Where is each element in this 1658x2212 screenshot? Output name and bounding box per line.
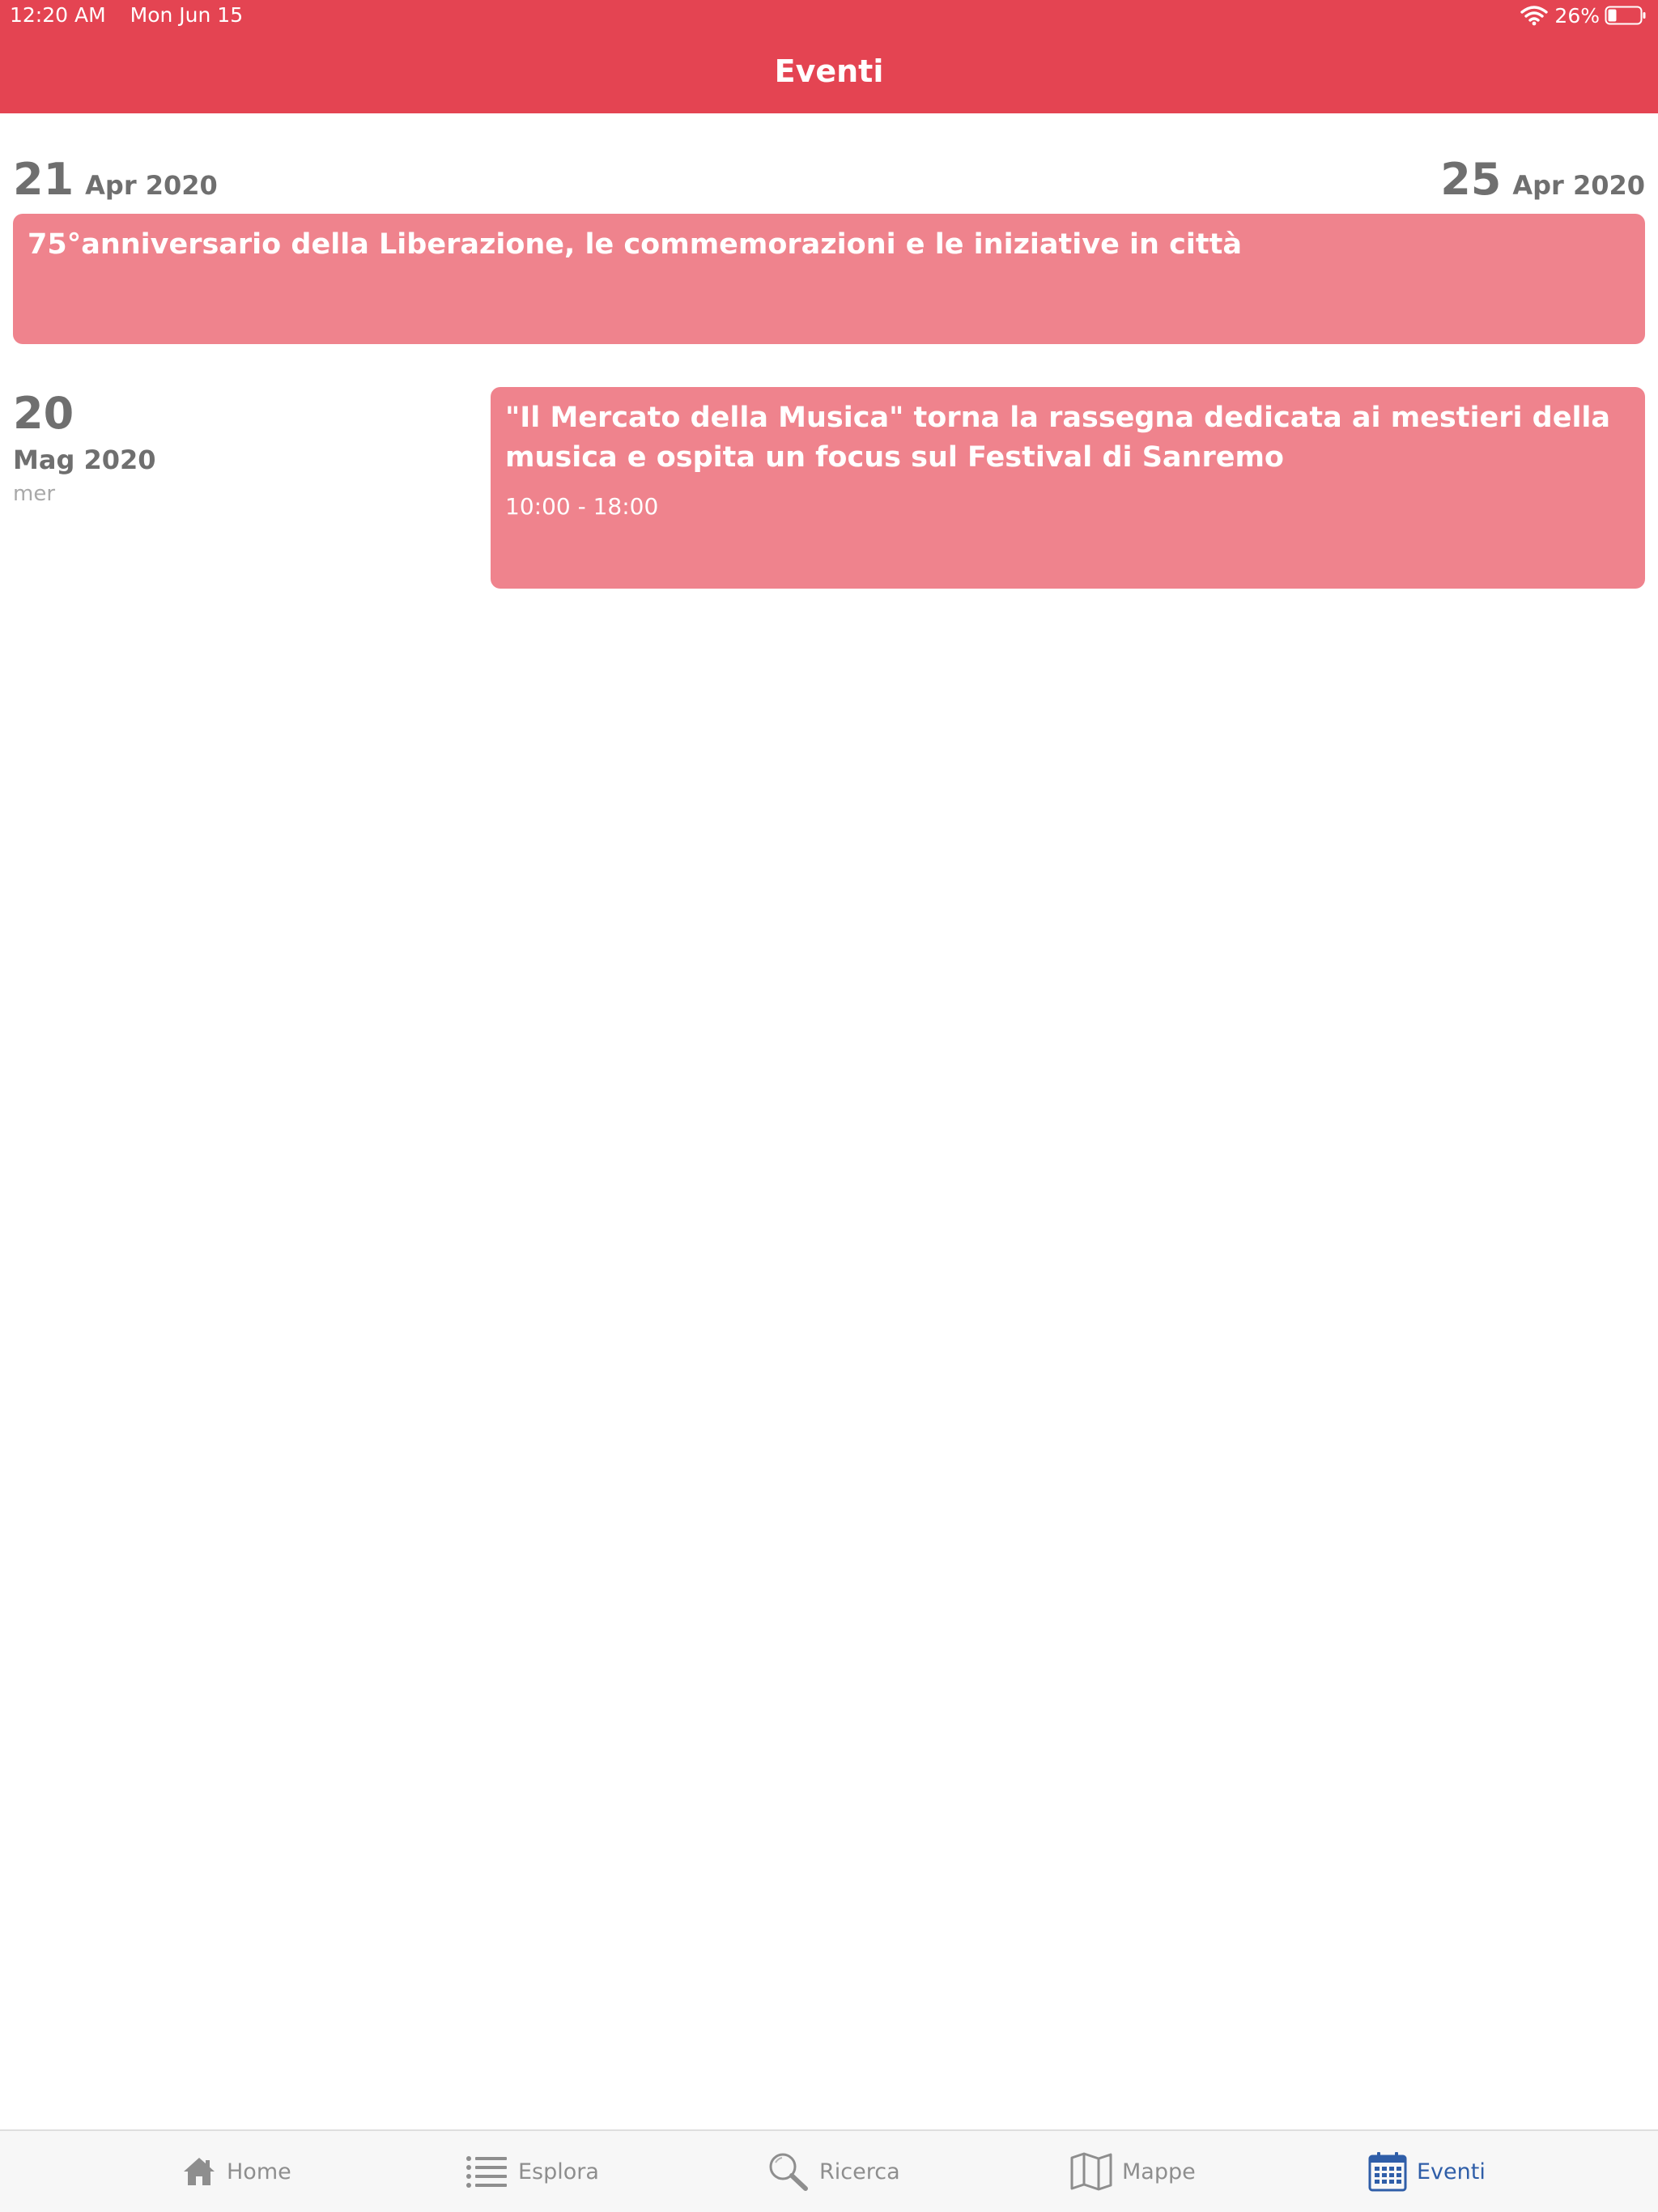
event-start-day: 21	[13, 154, 74, 205]
calendar-icon	[1368, 2152, 1407, 2192]
event-card-mercato-musica[interactable]: "Il Mercato della Musica" torna la rasse…	[491, 387, 1645, 589]
event-end-date: 25 Apr 2020	[1440, 154, 1645, 205]
event-weekday: mer	[13, 482, 56, 506]
event-title: 75°anniversario della Liberazione, le co…	[28, 228, 1242, 261]
tab-label: Esplora	[518, 2159, 599, 2184]
tab-label: Mappe	[1122, 2159, 1196, 2184]
status-bar-right: 26%	[1520, 2, 1647, 28]
tab-bar: Home Esplora Ricerca Mappe Eventi	[0, 2129, 1658, 2212]
tab-label: Eventi	[1417, 2159, 1486, 2184]
event-start-month: Apr 2020	[85, 170, 218, 201]
status-date: Mon Jun 15	[130, 3, 244, 27]
wifi-icon	[1520, 6, 1549, 26]
event-end-month: Apr 2020	[1512, 170, 1645, 201]
status-bar-left: 12:20 AM Mon Jun 15	[10, 2, 261, 28]
status-time: 12:20 AM	[10, 3, 106, 27]
battery-percentage: 26%	[1554, 3, 1600, 28]
battery-icon	[1605, 6, 1646, 25]
tab-esplora[interactable]: Esplora	[465, 2131, 599, 2212]
search-icon	[769, 2153, 808, 2191]
header-bar: 12:20 AM Mon Jun 15 26% Eventi	[0, 0, 1658, 113]
page-title: Eventi	[774, 53, 884, 89]
tab-label: Ricerca	[819, 2159, 900, 2184]
event-start-date: 21 Apr 2020	[13, 154, 218, 205]
map-icon	[1070, 2152, 1112, 2191]
events-list[interactable]: 21 Apr 2020 25 Apr 2020 75°anniversario …	[0, 113, 1658, 2129]
event-card-liberazione[interactable]: 75°anniversario della Liberazione, le co…	[13, 214, 1645, 344]
event-date: 20 Mag 2020 mer	[13, 387, 156, 508]
event-month: Mag 2020	[13, 445, 156, 475]
event-date-range: 21 Apr 2020 25 Apr 2020	[13, 154, 1645, 205]
home-icon	[184, 2158, 215, 2185]
event-day: 20	[13, 388, 74, 439]
tab-home[interactable]: Home	[181, 2131, 291, 2212]
event-time: 10:00 - 18:00	[505, 493, 659, 520]
tab-ricerca[interactable]: Ricerca	[767, 2131, 900, 2212]
event-title: "Il Mercato della Musica" torna la rasse…	[505, 402, 1611, 474]
event-end-day: 25	[1440, 154, 1502, 205]
list-icon	[466, 2156, 507, 2188]
tab-label: Home	[227, 2159, 291, 2184]
tab-mappe[interactable]: Mappe	[1070, 2131, 1196, 2212]
tab-eventi[interactable]: Eventi	[1368, 2131, 1486, 2212]
